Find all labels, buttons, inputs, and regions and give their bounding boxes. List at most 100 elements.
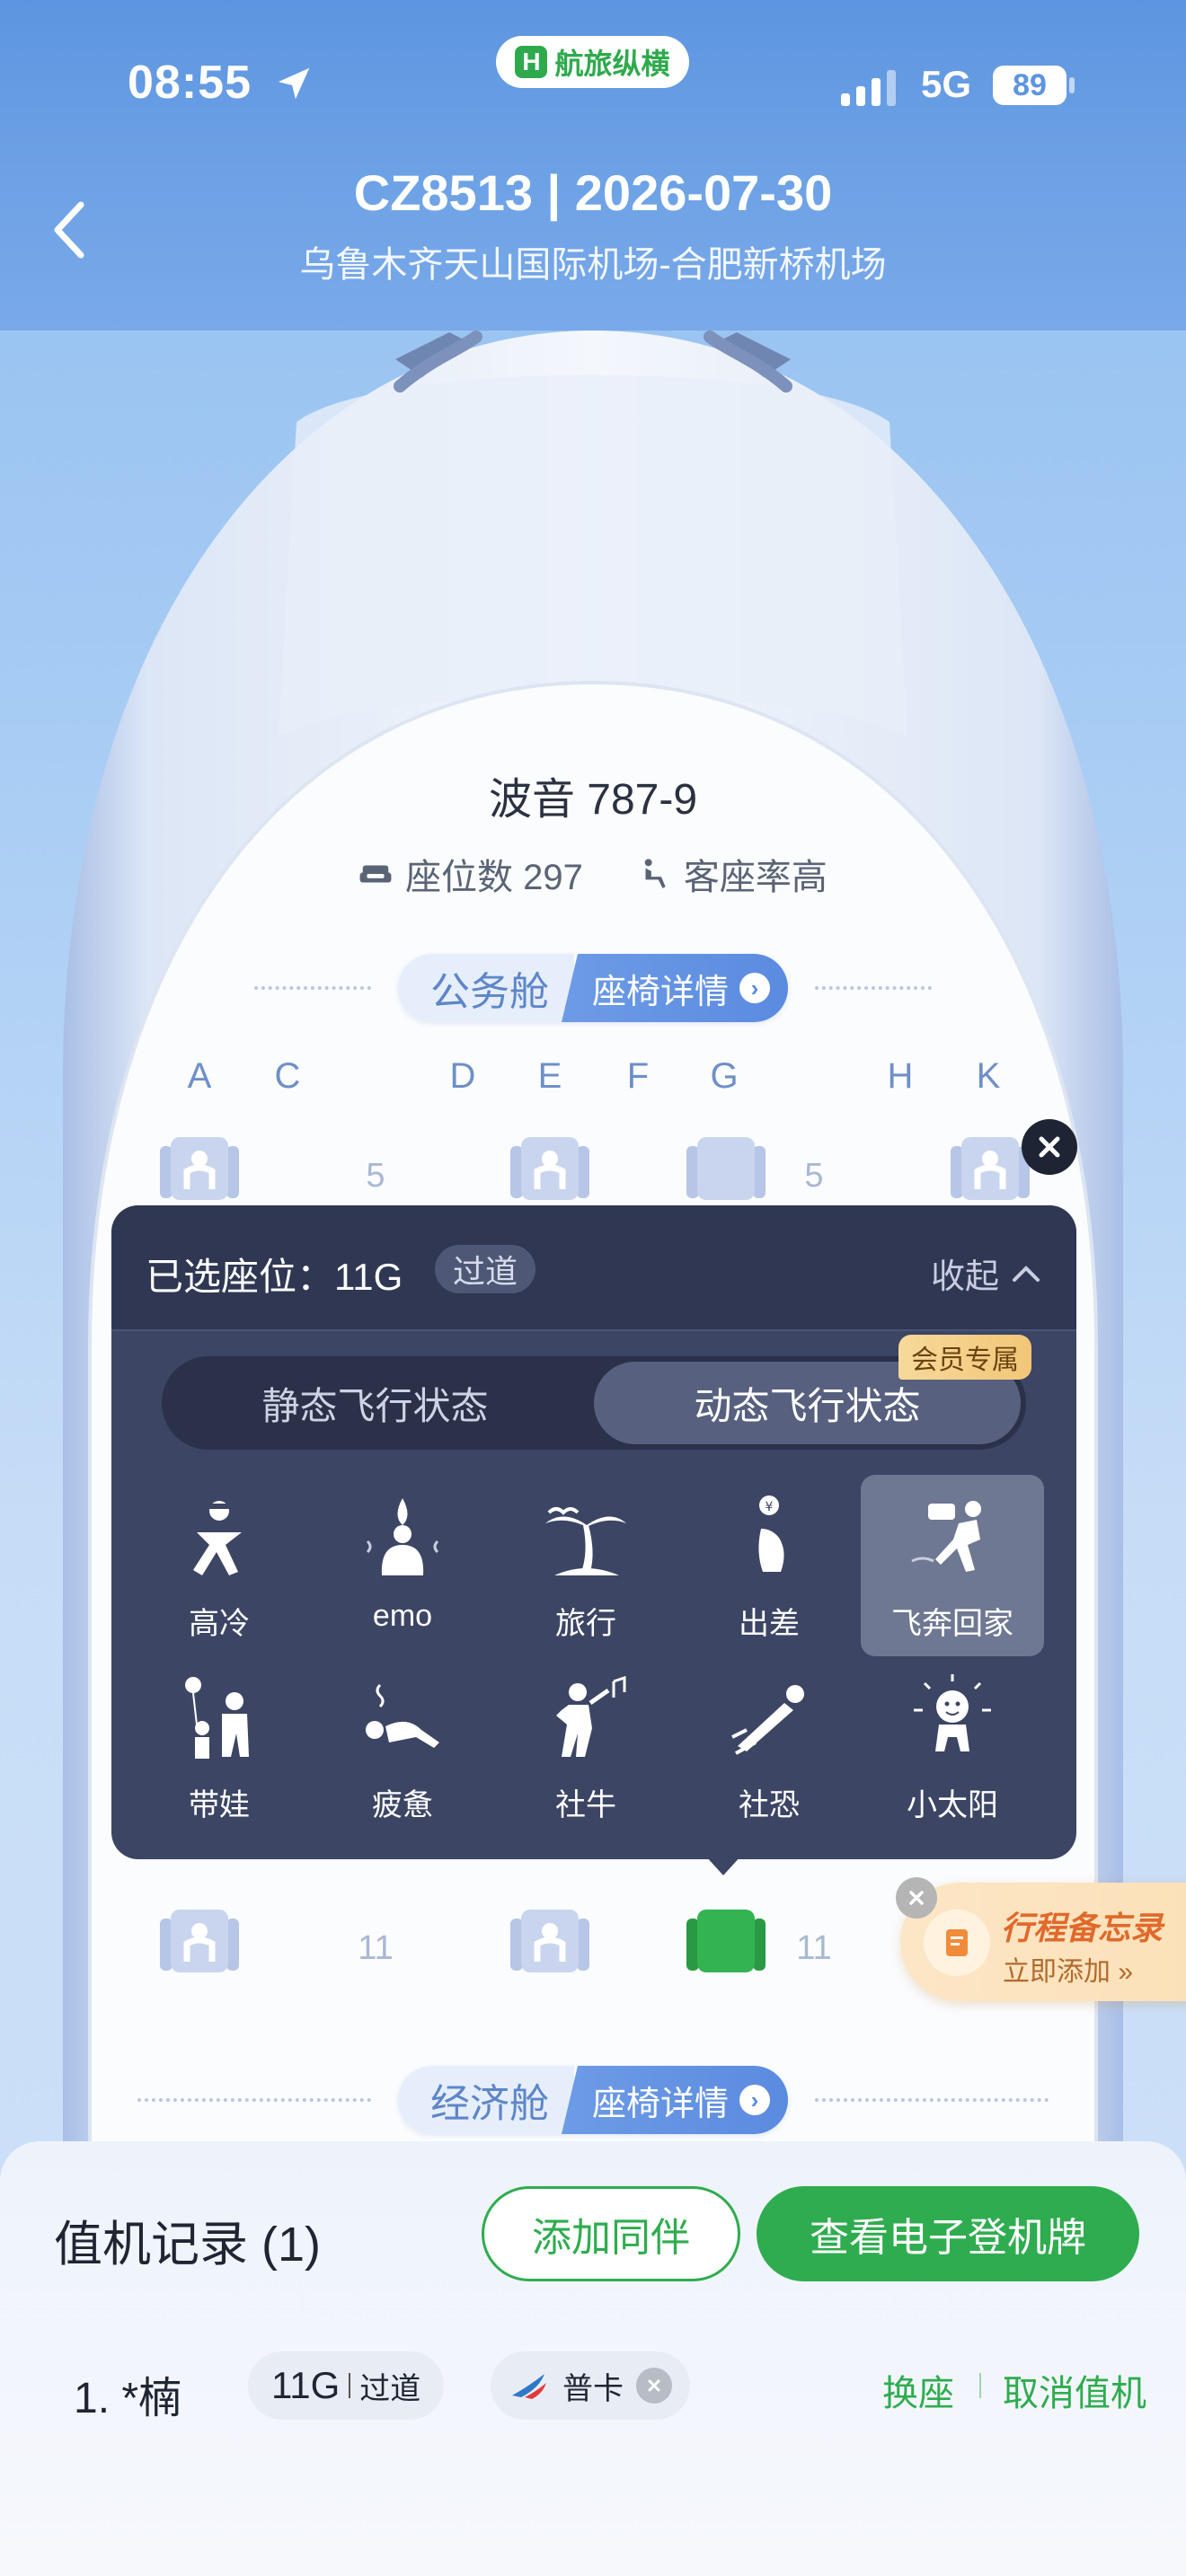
divider	[349, 2373, 351, 2398]
occupied-seat-icon	[510, 1910, 589, 1972]
load-factor-text: 客座率高	[683, 858, 828, 897]
lying-person-icon	[366, 1683, 439, 1748]
divider	[137, 2098, 371, 2102]
seat-detail-label: 座椅详情	[591, 973, 729, 1011]
business-cabin-pill[interactable]: 公务舱 座椅详情 ›	[397, 954, 788, 1022]
load-factor: 客座率高	[637, 848, 828, 900]
row-number: 5	[366, 1157, 385, 1195]
palm-tree-icon	[545, 1507, 626, 1575]
view-boarding-pass-button[interactable]: 查看电子登机牌	[757, 2186, 1139, 2281]
column-letter: E	[537, 1056, 562, 1096]
row-number: 11	[358, 1929, 394, 1967]
airline-logo-icon	[512, 2374, 546, 2399]
mood-label: 高冷	[189, 1607, 250, 1641]
mood-label: 小太阳	[907, 1788, 998, 1822]
available-seat-icon[interactable]	[685, 1134, 767, 1205]
seat-type: 过道	[359, 2371, 421, 2406]
seat-type-tag: 过道	[435, 1245, 536, 1293]
parent-child-icon	[185, 1677, 249, 1759]
panel-caret	[705, 1856, 741, 1875]
mood-label: emo	[372, 1599, 433, 1633]
panel-header: 已选座位：11G 过道 收起	[111, 1205, 1076, 1331]
row-number: 5	[804, 1157, 824, 1195]
economy-cabin-pill[interactable]: 经济舱 座椅详情 ›	[397, 2066, 788, 2134]
mood-travel[interactable]: 旅行	[494, 1475, 677, 1656]
battery-indicator: 89	[993, 66, 1067, 105]
remove-card-button[interactable]	[636, 2368, 672, 2404]
aircraft-model: 波音 787-9	[488, 776, 698, 824]
column-letter: F	[626, 1056, 650, 1096]
mood-extrovert[interactable]: 社牛	[494, 1656, 677, 1838]
business-cabin-header: 公务舱 座椅详情 ›	[0, 954, 1186, 1022]
route-subtitle: 乌鲁木齐天山国际机场-合肥新桥机场	[299, 245, 887, 285]
occupied-seat-icon	[510, 1137, 589, 1200]
sliding-person-icon	[731, 1685, 804, 1755]
collapse-button[interactable]: 收起	[931, 1248, 1040, 1298]
mood-cool[interactable]: 高冷	[128, 1475, 311, 1656]
memo-title: 行程备忘录	[1001, 1910, 1164, 1946]
mood-label: 旅行	[555, 1607, 616, 1641]
cool-person-icon	[193, 1501, 242, 1575]
seat-chip: 11G 过道	[248, 2351, 445, 2420]
mood-business-trip[interactable]: ¥ 出差	[677, 1475, 861, 1656]
memo-icon	[924, 1910, 990, 1976]
mood-tired[interactable]: 疲惫	[311, 1656, 494, 1838]
selected-seat-label: 已选座位：11G	[146, 1256, 403, 1298]
seat-detail-label: 座椅详情	[591, 2085, 729, 2123]
close-icon	[909, 1891, 924, 1905]
membership-level: 普卡	[562, 2371, 624, 2406]
divider	[253, 986, 371, 990]
mood-label: 飞奔回家	[891, 1607, 1013, 1641]
cancel-checkin-link[interactable]: 取消值机	[1003, 2364, 1146, 2416]
running-luggage-icon	[911, 1501, 981, 1572]
row-number: 11	[796, 1929, 832, 1967]
money-hand-icon: ¥	[758, 1495, 784, 1572]
cabin-name: 公务舱	[397, 954, 574, 1022]
column-letter: K	[976, 1056, 1001, 1096]
seat-count: 座位数 297	[358, 848, 583, 900]
mood-rush-home[interactable]: 飞奔回家	[861, 1475, 1044, 1656]
sun-person-icon	[914, 1674, 991, 1751]
change-seat-link[interactable]: 换座	[882, 2364, 954, 2416]
add-companion-button[interactable]: 添加同伴	[482, 2186, 740, 2281]
seat-detail-button[interactable]: 座椅详情 ›	[561, 2066, 788, 2134]
mood-label: 疲惫	[372, 1788, 433, 1822]
mood-with-kids[interactable]: 带娃	[128, 1656, 311, 1838]
network-label: 5G	[921, 63, 972, 105]
divider	[979, 2373, 981, 2398]
column-letter: G	[710, 1056, 739, 1096]
collapse-label: 收起	[930, 1258, 999, 1296]
mood-label: 带娃	[189, 1788, 250, 1822]
app-logo-icon: H	[515, 46, 548, 78]
mood-label: 出差	[739, 1607, 800, 1641]
divider	[815, 986, 932, 990]
divider	[815, 2098, 1049, 2102]
battery-cap	[1069, 77, 1075, 93]
trip-memo-floater[interactable]: 行程备忘录 立即添加 »	[900, 1883, 1186, 2001]
mood-little-sun[interactable]: 小太阳	[861, 1656, 1044, 1838]
floater-close-button[interactable]	[896, 1877, 937, 1919]
occupied-seat-icon	[951, 1137, 1030, 1200]
mood-introvert[interactable]: 社恐	[677, 1656, 861, 1838]
emo-person-icon	[366, 1498, 439, 1575]
seat-detail-button[interactable]: 座椅详情 ›	[561, 954, 788, 1022]
mood-label: 社牛	[555, 1788, 616, 1822]
occupied-seat-icon	[160, 1137, 239, 1200]
mood-label: 社恐	[739, 1788, 800, 1822]
selected-seat-icon[interactable]	[685, 1906, 767, 1978]
chevron-up-icon	[1013, 1265, 1040, 1282]
chevron-right-icon: ›	[739, 973, 770, 1003]
app-pill[interactable]: H 航旅纵横	[496, 36, 689, 88]
column-letter: H	[887, 1056, 914, 1096]
mood-emo[interactable]: emo	[311, 1475, 494, 1656]
economy-cabin-header: 经济舱 座椅详情 ›	[0, 2066, 1186, 2134]
tab-static-status[interactable]: 静态飞行状态	[162, 1356, 589, 1450]
checkin-title: 值机记录 (1)	[54, 2218, 321, 2272]
close-button[interactable]	[1022, 1119, 1077, 1175]
cabin-name: 经济舱	[397, 2066, 574, 2134]
column-letter: C	[274, 1056, 301, 1096]
chevron-right-icon: ›	[739, 2085, 770, 2115]
sofa-icon	[359, 865, 392, 883]
seated-person-icon	[644, 859, 666, 888]
flight-title: CZ8513 | 2026-07-30	[353, 164, 833, 221]
